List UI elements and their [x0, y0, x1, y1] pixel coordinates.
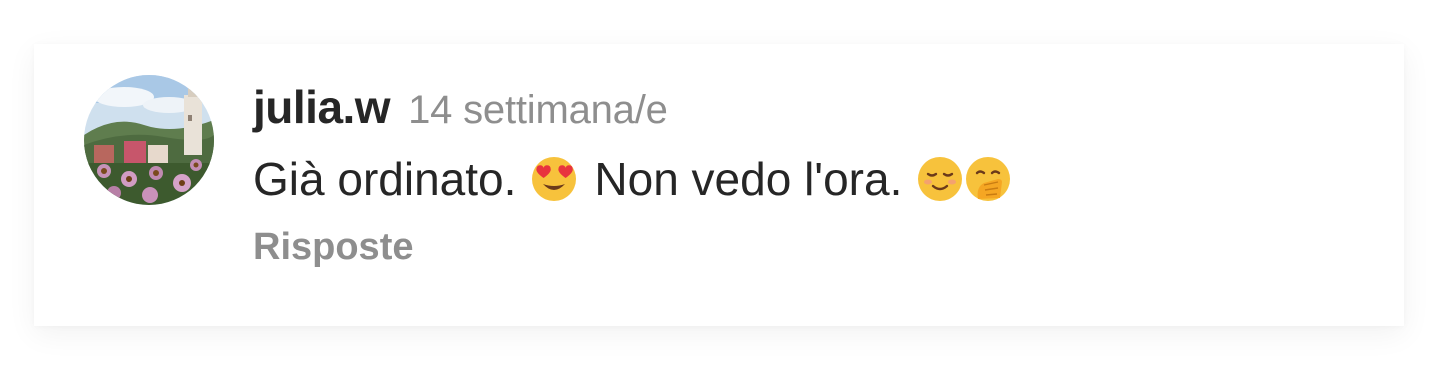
comment-text: Già ordinato. Non vedo l'ora.: [253, 150, 1364, 208]
hand-over-mouth-emoji-icon: [964, 155, 1012, 203]
comment-header: julia.w 14 settimana/e: [253, 80, 1364, 140]
comment-text-part2: Non vedo l'ora.: [594, 153, 903, 205]
smiling-face-emoji-icon: [916, 155, 964, 203]
comment-timestamp[interactable]: 14 settimana/e: [408, 88, 668, 133]
comment-content: julia.w 14 settimana/e Già ordinato. Non…: [253, 80, 1364, 269]
username-link[interactable]: julia.w: [253, 80, 391, 134]
comment-text-part1: Già ordinato.: [253, 153, 517, 205]
replies-button[interactable]: Risposte: [253, 226, 413, 269]
avatar[interactable]: [84, 75, 214, 205]
comment-card: julia.w 14 settimana/e Già ordinato. Non…: [34, 44, 1404, 326]
avatar-image: [84, 75, 214, 205]
heart-eyes-emoji-icon: [530, 155, 578, 203]
